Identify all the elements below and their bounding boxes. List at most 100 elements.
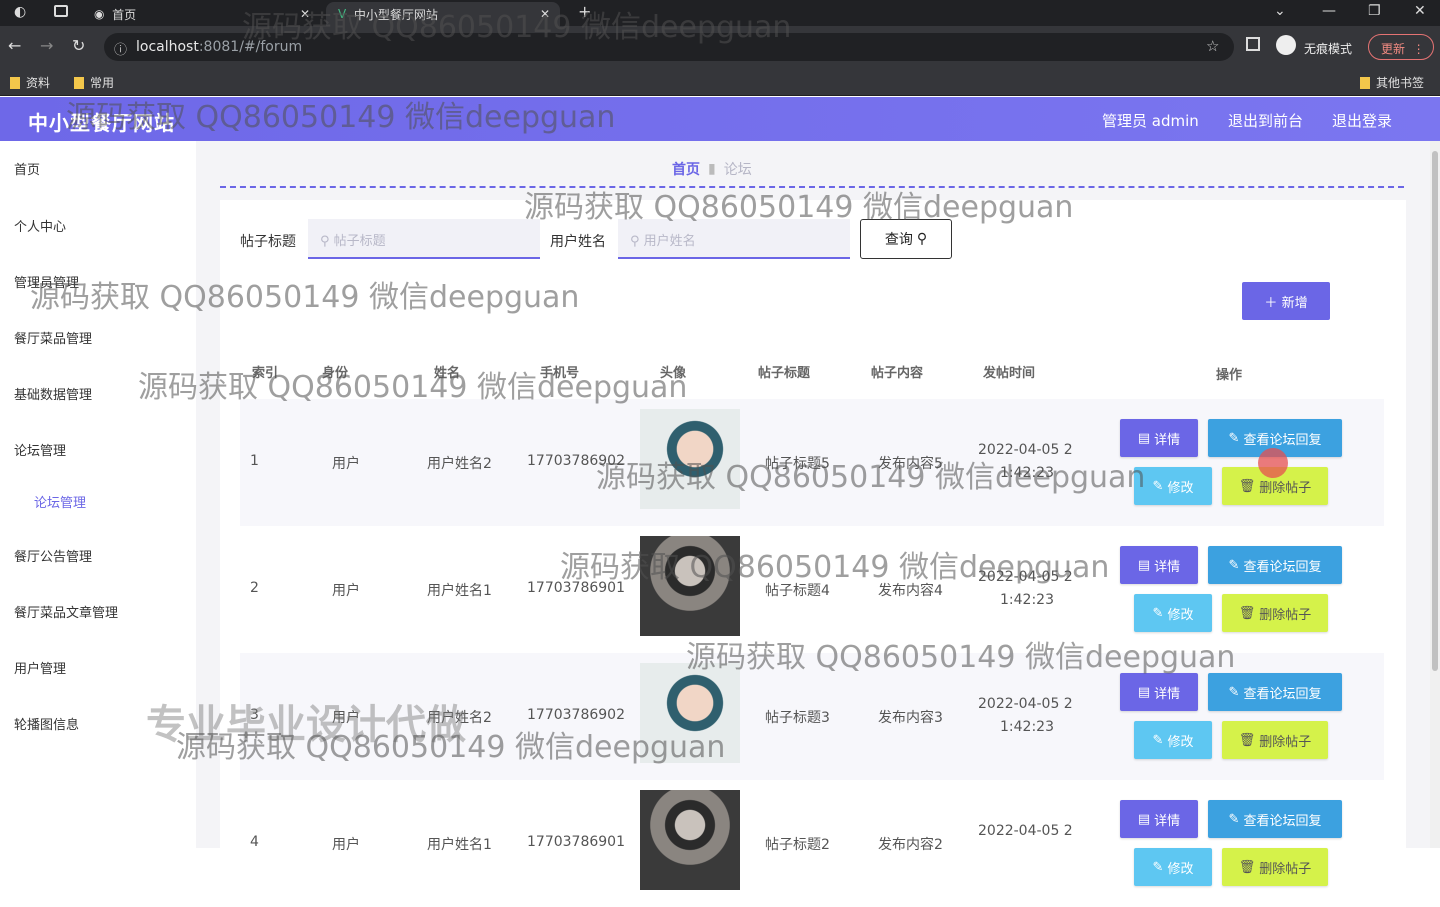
delete-button[interactable]: 🗑 删除帖子	[1222, 594, 1328, 632]
edit-button[interactable]: ✎ 修改	[1134, 721, 1212, 759]
view-replies-button[interactable]: ✎ 查看论坛回复	[1208, 546, 1342, 584]
tab-list-icon[interactable]: ⌄	[1274, 3, 1286, 19]
detail-button[interactable]: ▤ 详情	[1120, 419, 1198, 457]
incognito-label: 无痕模式	[1304, 42, 1353, 56]
detail-button[interactable]: ▤ 详情	[1120, 673, 1198, 711]
user-search-input[interactable]: ⚲ 用户姓名	[618, 219, 850, 259]
cell-phone: 17703786902	[527, 707, 625, 723]
cell-name: 用户姓名1	[427, 837, 492, 853]
detail-button-label: 详情	[1154, 432, 1181, 448]
col-header-name[interactable]: 姓名	[434, 362, 460, 381]
tab-restaurant[interactable]: V 中小型餐厅网站 ✕	[326, 2, 560, 26]
sidepanel-icon[interactable]	[1246, 37, 1260, 51]
bookmark-folder-2[interactable]: 常用	[74, 74, 114, 91]
cell-content: 发布内容3	[878, 710, 943, 726]
delete-icon: 🗑	[1238, 859, 1256, 875]
col-header-title[interactable]: 帖子标题	[758, 362, 810, 381]
query-button-label: 查询	[884, 232, 913, 248]
sidebar-item-home[interactable]: 首页	[14, 159, 40, 178]
exit-to-front-link[interactable]: 退出到前台	[1228, 110, 1303, 131]
sidebar-item-personal[interactable]: 个人中心	[14, 216, 66, 235]
admin-label: 管理员 admin	[1102, 112, 1199, 130]
col-header-phone[interactable]: 手机号	[540, 362, 579, 381]
view-replies-button-label: 查看论坛回复	[1243, 813, 1322, 829]
other-bookmarks[interactable]: 其他书签	[1360, 74, 1424, 91]
address-bar-row: ← → ↻ ⓘ localhost:8081/#/forum ☆ 无痕模式 更新…	[0, 26, 1440, 68]
cell-title: 帖子标题4	[765, 583, 830, 599]
title-search-input[interactable]: ⚲ 帖子标题	[308, 219, 540, 259]
sidebar-item-basedata[interactable]: 基础数据管理	[14, 384, 92, 403]
detail-icon: ▤	[1137, 684, 1151, 700]
cell-time: 2022-04-05 2	[978, 823, 1073, 839]
avatar	[640, 409, 740, 509]
reload-icon[interactable]: ↻	[72, 36, 85, 55]
logout-link[interactable]: 退出登录	[1332, 110, 1392, 131]
new-tab-button[interactable]: +	[578, 2, 591, 21]
cell-role: 用户	[332, 456, 360, 472]
sidebar-item-notice[interactable]: 餐厅公告管理	[14, 546, 92, 565]
edit-button[interactable]: ✎ 修改	[1134, 594, 1212, 632]
cell-name: 用户姓名1	[427, 583, 492, 599]
delete-button-label: 删除帖子	[1259, 480, 1312, 496]
sidebar-subitem-forum[interactable]: 论坛管理	[34, 492, 86, 511]
cell-index: 3	[250, 707, 259, 723]
scroll-thumb[interactable]	[1432, 151, 1438, 671]
sidebar-item-users[interactable]: 用户管理	[14, 658, 66, 677]
edit-button-label: 修改	[1167, 607, 1194, 623]
close-window-button[interactable]: ✕	[1414, 3, 1426, 19]
avatar	[640, 790, 740, 890]
url-field[interactable]: ⓘ localhost:8081/#/forum ☆	[104, 33, 1234, 61]
incognito-icon	[1276, 35, 1296, 55]
sidebar-item-articles[interactable]: 餐厅菜品文章管理	[14, 602, 118, 621]
folder-icon	[10, 76, 20, 89]
restore-button[interactable]: ❐	[1368, 3, 1381, 19]
col-header-index[interactable]: 索引	[252, 362, 278, 381]
sidebar: 首页 个人中心 管理员管理 餐厅菜品管理 基础数据管理 论坛管理 论坛管理 餐厅…	[0, 141, 196, 848]
bookmark-star-icon[interactable]: ☆	[1206, 37, 1219, 55]
query-button[interactable]: 查询 ⚲	[860, 219, 952, 259]
col-header-content[interactable]: 帖子内容	[871, 362, 923, 381]
add-button[interactable]: ＋ 新增	[1242, 282, 1330, 320]
detail-button-label: 详情	[1154, 686, 1181, 702]
sidebar-item-admin[interactable]: 管理员管理	[14, 272, 79, 291]
cell-time: 2022-04-05 2	[978, 569, 1073, 585]
user-search-label: 用户姓名	[550, 234, 606, 250]
forward-icon[interactable]: →	[40, 36, 53, 55]
avatar	[640, 536, 740, 636]
view-replies-button[interactable]: ✎ 查看论坛回复	[1208, 800, 1342, 838]
col-header-time[interactable]: 发帖时间	[983, 362, 1035, 381]
detail-icon: ▤	[1137, 557, 1151, 573]
breadcrumb-home[interactable]: 首页	[672, 159, 700, 179]
edit-button[interactable]: ✎ 修改	[1134, 848, 1212, 886]
tab-home[interactable]: ◉ 首页 ✕	[86, 2, 326, 26]
back-icon[interactable]: ←	[8, 36, 21, 55]
edit-icon: ✎	[1152, 478, 1164, 494]
detail-button[interactable]: ▤ 详情	[1120, 800, 1198, 838]
delete-button[interactable]: 🗑 删除帖子	[1222, 848, 1328, 886]
delete-button[interactable]: 🗑 删除帖子	[1222, 721, 1328, 759]
view-replies-icon: ✎	[1228, 684, 1240, 700]
col-header-role[interactable]: 身份	[322, 362, 348, 381]
search-icon: ⚲	[320, 234, 330, 249]
tab-search-icon[interactable]	[54, 5, 68, 17]
sidebar-item-forum[interactable]: 论坛管理	[14, 440, 66, 459]
user-search-placeholder: 用户姓名	[643, 234, 696, 249]
minimize-button[interactable]: —	[1322, 3, 1336, 19]
page-scrollbar[interactable]	[1430, 141, 1440, 848]
bookmark-label: 资料	[26, 76, 51, 90]
cell-content: 发布内容4	[878, 583, 943, 599]
title-search-placeholder: 帖子标题	[333, 234, 386, 249]
close-tab-icon[interactable]: ✕	[300, 7, 310, 21]
update-button[interactable]: 更新 ⋮	[1368, 34, 1434, 60]
sidebar-item-dishes[interactable]: 餐厅菜品管理	[14, 328, 92, 347]
chrome-icon[interactable]: ◐	[14, 4, 26, 20]
view-replies-button[interactable]: ✎ 查看论坛回复	[1208, 673, 1342, 711]
search-icon: ⚲	[630, 234, 640, 249]
close-tab-icon[interactable]: ✕	[540, 7, 550, 21]
detail-button[interactable]: ▤ 详情	[1120, 546, 1198, 584]
col-header-avatar[interactable]: 头像	[660, 362, 686, 381]
edit-button[interactable]: ✎ 修改	[1134, 467, 1212, 505]
sidebar-item-banner[interactable]: 轮播图信息	[14, 714, 79, 733]
mouse-cursor-indicator	[1258, 448, 1288, 478]
bookmark-folder-1[interactable]: 资料	[10, 74, 50, 91]
